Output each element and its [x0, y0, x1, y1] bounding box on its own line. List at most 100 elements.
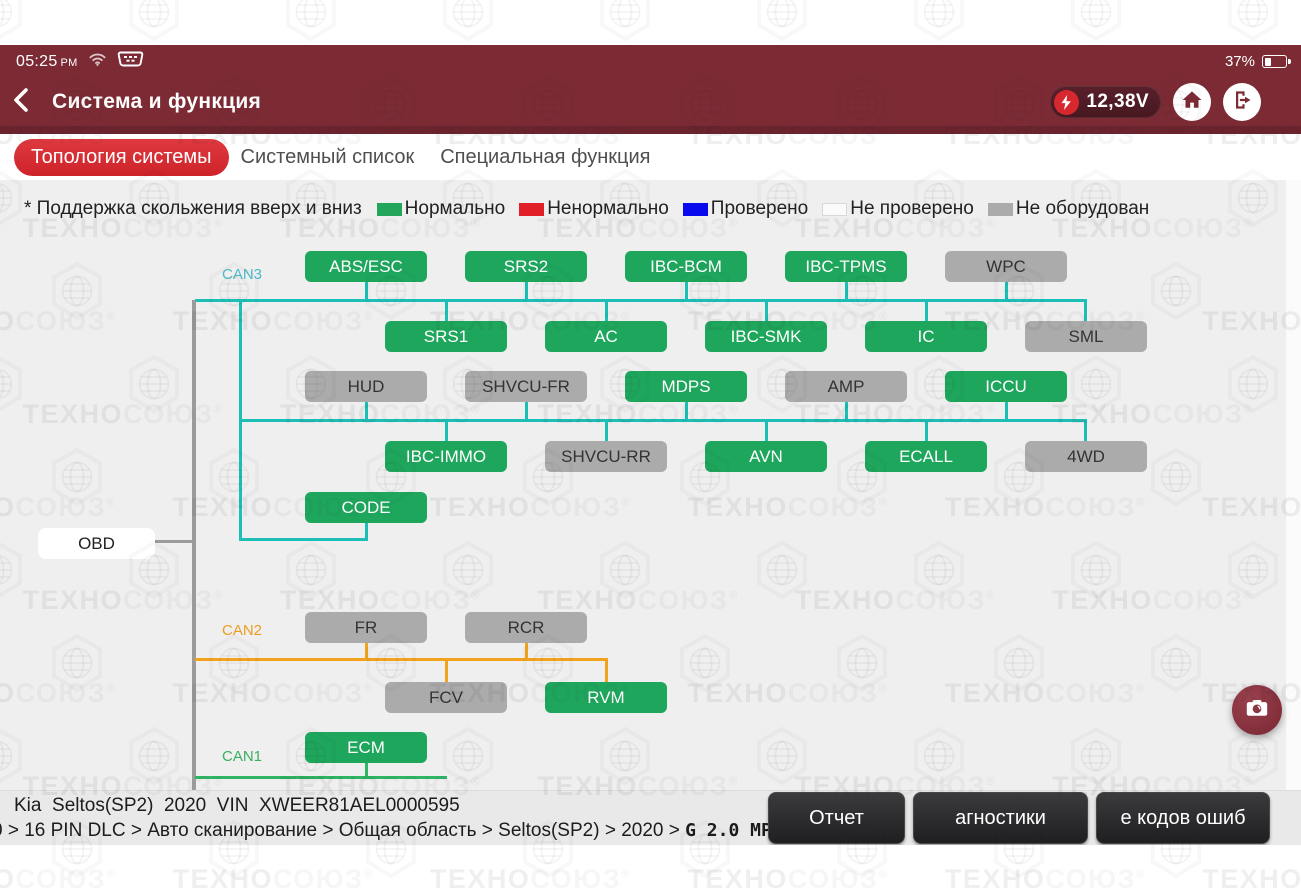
- bus-segment: [445, 422, 448, 441]
- legend-swatch: [519, 203, 544, 216]
- watermark-globe-icon: [279, 0, 343, 49]
- header-divider: [0, 126, 1301, 134]
- wifi-icon: [88, 51, 107, 72]
- screen: 05:25PM 37% Систе: [0, 0, 1301, 894]
- ecu-node-avn[interactable]: AVN: [705, 441, 827, 472]
- bus-segment: [195, 776, 447, 779]
- bus-segment: [365, 402, 368, 419]
- bus-label-can1: CAN1: [222, 748, 262, 765]
- bus-segment: [1084, 302, 1087, 322]
- bus-segment: [195, 658, 608, 661]
- ecu-node-iccu[interactable]: ICCU: [945, 371, 1067, 402]
- legend-label: Нормально: [405, 198, 506, 220]
- ecu-node-srs2[interactable]: SRS2: [465, 251, 587, 282]
- ecu-node-ibc-smk[interactable]: IBC-SMK: [705, 321, 827, 352]
- bus-segment: [525, 402, 528, 419]
- bus-segment: [845, 282, 848, 300]
- bus-segment: [445, 661, 448, 682]
- legend-label: Проверено: [711, 198, 808, 220]
- ecu-node-abs-esc[interactable]: ABS/ESC: [305, 251, 427, 282]
- bus-segment: [365, 763, 368, 776]
- ecu-node-4wd[interactable]: 4WD: [1025, 441, 1147, 472]
- back-button[interactable]: [0, 78, 44, 126]
- camera-icon: [1244, 695, 1270, 726]
- bus-segment: [1005, 282, 1008, 300]
- legend-label: Не проверено: [850, 198, 974, 220]
- diagnostics-button[interactable]: агностики: [913, 792, 1088, 844]
- ecu-node-fr[interactable]: FR: [305, 612, 427, 643]
- camera-button[interactable]: [1232, 685, 1282, 735]
- bus-segment: [685, 402, 688, 419]
- ecu-node-hud[interactable]: HUD: [305, 371, 427, 402]
- ecu-node-ibc-bcm[interactable]: IBC-BCM: [625, 251, 747, 282]
- lightning-icon: [1054, 90, 1079, 115]
- voltage-value: 12,38V: [1086, 91, 1149, 113]
- bus-segment: [845, 402, 848, 419]
- battery-icon: [1262, 55, 1287, 68]
- ecu-node-sml[interactable]: SML: [1025, 321, 1147, 352]
- report-button[interactable]: Отчет: [768, 792, 905, 844]
- ecu-node-ibc-immo[interactable]: IBC-IMMO: [385, 441, 507, 472]
- ecu-node-mdps[interactable]: MDPS: [625, 371, 747, 402]
- back-icon: [10, 86, 34, 119]
- legend: * Поддержка скольжения вверх и вниз Норм…: [24, 198, 1149, 220]
- tab-system-list[interactable]: Системный список: [237, 146, 419, 169]
- legend-item: Проверено: [683, 198, 808, 220]
- legend-item: Нормально: [377, 198, 506, 220]
- ecu-node-wpc[interactable]: WPC: [945, 251, 1067, 282]
- ecu-node-ecall[interactable]: ECALL: [865, 441, 987, 472]
- ecu-node-ac[interactable]: AC: [545, 321, 667, 352]
- watermark-globe-icon: [122, 0, 186, 49]
- voltage-badge: 12,38V: [1050, 86, 1161, 118]
- ecu-node-srs1[interactable]: SRS1: [385, 321, 507, 352]
- watermark-globe-icon: [750, 0, 814, 49]
- ecu-node-rcr[interactable]: RCR: [465, 612, 587, 643]
- legend-swatch: [822, 203, 847, 216]
- bus-segment: [365, 643, 368, 658]
- clock: 05:25PM: [16, 53, 78, 71]
- ecu-node-fcv[interactable]: FCV: [385, 682, 507, 713]
- bus-label-can2: CAN2: [222, 622, 262, 639]
- vehicle-info: Kia Seltos(SP2) 2020 VIN XWEER81AEL00005…: [14, 795, 460, 817]
- ecu-node-amp[interactable]: AMP: [785, 371, 907, 402]
- status-bar: 05:25PM 37%: [0, 45, 1301, 78]
- bus-segment: [605, 422, 608, 441]
- legend-item: Ненормально: [519, 198, 669, 220]
- bus-segment: [765, 422, 768, 441]
- bus-segment: [525, 282, 528, 300]
- clear-dtc-button[interactable]: е кодов ошиб: [1096, 792, 1270, 844]
- exit-icon: [1230, 88, 1254, 117]
- bus-segment: [925, 422, 928, 441]
- ecu-node-shvcu-rr[interactable]: SHVCU-RR: [545, 441, 667, 472]
- ecu-node-shvcu-fr[interactable]: SHVCU-FR: [465, 371, 587, 402]
- ecu-node-obd[interactable]: OBD: [38, 528, 155, 559]
- legend-item: Не проверено: [822, 198, 974, 220]
- exit-button[interactable]: [1223, 83, 1261, 121]
- ecu-node-ic[interactable]: IC: [865, 321, 987, 352]
- tab-special-function[interactable]: Специальная функция: [436, 146, 654, 169]
- bus-segment: [605, 302, 608, 322]
- tab-system-topology[interactable]: Топология системы: [14, 139, 229, 176]
- bus-segment: [685, 282, 688, 300]
- home-button[interactable]: [1173, 83, 1211, 121]
- bus-segment: [155, 540, 192, 543]
- ecu-node-ibc-tpms[interactable]: IBC-TPMS: [785, 251, 907, 282]
- bus-segment: [192, 300, 196, 790]
- watermark-globe-icon: [436, 0, 500, 49]
- watermark-globe-icon: [593, 0, 657, 49]
- bus-segment: [925, 302, 928, 322]
- bus-segment: [525, 643, 528, 658]
- ecu-node-ecm[interactable]: ECM: [305, 732, 427, 763]
- vehicle-bar: Kia Seltos(SP2) 2020 VIN XWEER81AEL00005…: [0, 790, 1301, 845]
- legend-swatch: [988, 203, 1013, 216]
- ecu-node-code[interactable]: CODE: [305, 492, 427, 523]
- bus-segment: [1005, 402, 1008, 419]
- bus-segment: [365, 282, 368, 300]
- bus-segment: [1084, 422, 1087, 441]
- bus-segment: [195, 299, 1087, 302]
- breadcrumb: 0 > 16 PIN DLC > Авто сканирование > Общ…: [0, 820, 783, 842]
- bus-label-can3: CAN3: [222, 266, 262, 283]
- tab-bar: Топология системы Системный список Специ…: [0, 134, 1301, 180]
- ecu-node-rvm[interactable]: RVM: [545, 682, 667, 713]
- legend-item: Не оборудован: [988, 198, 1149, 220]
